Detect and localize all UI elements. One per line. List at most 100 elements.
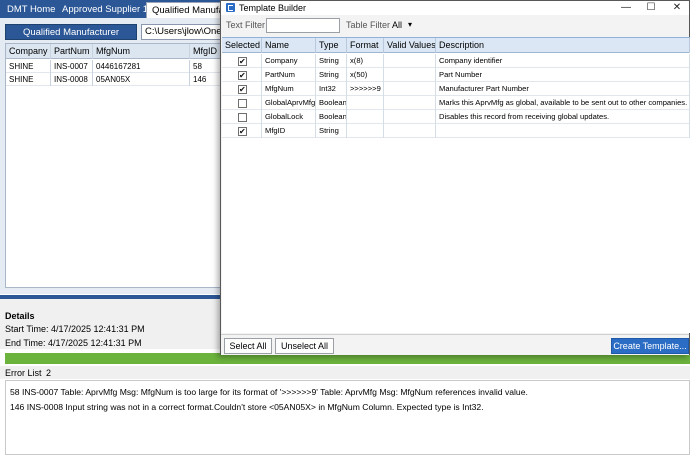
cell-mfgid: 58 <box>190 60 221 73</box>
cell-partnum: INS-0007 <box>51 60 93 73</box>
unselect-all-button[interactable]: Unselect All <box>275 338 334 354</box>
cell-description: Company identifier <box>436 54 690 68</box>
cell-type: Boolean <box>316 110 347 124</box>
cell-format <box>347 124 384 138</box>
selected-checkbox[interactable] <box>238 71 247 80</box>
cell-name: MfgID <box>262 124 316 138</box>
cell-type: String <box>316 124 347 138</box>
qualified-manufacturer-source-button[interactable]: Qualified Manufacturer Source... <box>5 24 137 54</box>
cell-format <box>347 96 384 110</box>
cell-name: MfgNum <box>262 82 316 96</box>
select-all-button[interactable]: Select All <box>224 338 272 354</box>
selected-checkbox[interactable] <box>238 57 247 66</box>
end-time: End Time: 4/17/2025 12:41:31 PM <box>5 338 142 348</box>
chevron-down-icon[interactable]: ▾ <box>408 19 412 31</box>
dialog-title-bar[interactable]: Template Builder — ☐ ✕ <box>221 1 689 15</box>
cell-partnum: INS-0008 <box>51 73 93 86</box>
maximize-icon[interactable]: ☐ <box>639 1 663 15</box>
error-list-label: Error List <box>5 368 42 378</box>
details-title: Details <box>5 311 35 321</box>
data-grid[interactable]: Company PartNum MfgNum MfgID SHINE INS-0… <box>5 43 222 288</box>
cell-valid-values <box>384 124 436 138</box>
error-count: 2 <box>46 368 52 378</box>
error-list[interactable]: 58 INS-0007 Table: AprvMfg Msg: MfgNum i… <box>5 380 690 455</box>
selected-checkbox[interactable] <box>238 113 247 122</box>
grid-header: Selected Name Type Format Valid Values D… <box>222 38 690 53</box>
tab-qualified-manufacturer[interactable]: Qualified Manufactu <box>146 2 224 18</box>
table-row[interactable]: GlobalLock Boolean Disables this record fr… <box>222 110 690 124</box>
column-header[interactable]: MfgNum <box>93 44 190 59</box>
cell-selected <box>222 68 262 82</box>
error-item[interactable]: 146 INS-0008 Input string was not in a c… <box>10 402 484 412</box>
cell-mfgnum: 05AN05X <box>93 73 190 86</box>
column-header-valid-values[interactable]: Valid Values <box>384 38 436 53</box>
selected-checkbox[interactable] <box>238 99 247 108</box>
cell-description: Disables this record from receiving glob… <box>436 110 690 124</box>
start-time: Start Time: 4/17/2025 12:41:31 PM <box>5 324 145 334</box>
cell-type: String <box>316 54 347 68</box>
cell-valid-values <box>384 54 436 68</box>
cell-description <box>436 124 690 138</box>
cell-selected <box>222 110 262 124</box>
column-header-selected[interactable]: Selected <box>222 38 262 53</box>
column-header[interactable]: PartNum <box>51 44 93 59</box>
cell-selected <box>222 96 262 110</box>
column-header-type[interactable]: Type <box>316 38 347 53</box>
cell-type: Boolean <box>316 96 347 110</box>
cell-valid-values <box>384 96 436 110</box>
cell-format: x(50) <box>347 68 384 82</box>
cell-mfgid: 146 <box>190 73 221 86</box>
cell-name: PartNum <box>262 68 316 82</box>
table-row[interactable]: MfgIDString <box>222 124 690 138</box>
table-row[interactable]: PartNumStringx(50) Part Number <box>222 68 690 82</box>
cell-valid-values <box>384 82 436 96</box>
cell-description: Part Number <box>436 68 690 82</box>
text-filter-input[interactable] <box>266 18 340 33</box>
cell-name: GlobalAprvMfg <box>262 96 316 110</box>
column-header-description[interactable]: Description <box>436 38 690 53</box>
cell-selected <box>222 82 262 96</box>
close-icon[interactable]: ✕ <box>665 1 689 15</box>
minimize-icon[interactable]: — <box>614 1 638 15</box>
table-row[interactable]: MfgNumInt32>>>>>>9 Manufacturer Part Numb… <box>222 82 690 96</box>
tab-dmt-home[interactable]: DMT Home <box>2 2 60 18</box>
template-builder-dialog: Template Builder — ☐ ✕ Text Filter Table… <box>220 0 690 355</box>
dialog-title: Template Builder <box>239 3 307 13</box>
create-template-button[interactable]: Create Template... <box>611 338 689 354</box>
column-header-name[interactable]: Name <box>262 38 316 53</box>
cell-description: Manufacturer Part Number <box>436 82 690 96</box>
column-header[interactable]: Company <box>6 44 51 59</box>
cell-format: x(8) <box>347 54 384 68</box>
cell-type: String <box>316 68 347 82</box>
cell-selected <box>222 54 262 68</box>
grid-header: Company PartNum MfgNum MfgID <box>6 44 221 59</box>
cell-format: >>>>>>9 <box>347 82 384 96</box>
tab-approved-supplier[interactable]: Approved Supplier 1 <box>57 2 153 18</box>
cell-company: SHINE <box>6 73 51 86</box>
cell-valid-values <box>384 68 436 82</box>
selected-checkbox[interactable] <box>238 127 247 136</box>
table-row[interactable]: SHINE INS-0008 05AN05X 146 <box>6 73 221 86</box>
cell-mfgnum: 0446167281 <box>93 60 190 73</box>
cell-name: Company <box>262 54 316 68</box>
column-header[interactable]: MfgID <box>190 44 221 59</box>
table-row[interactable]: SHINE INS-0007 0446167281 58 <box>6 60 221 73</box>
cell-type: Int32 <box>316 82 347 96</box>
error-list-header <box>0 366 690 379</box>
error-item[interactable]: 58 INS-0007 Table: AprvMfg Msg: MfgNum i… <box>10 387 528 397</box>
dialog-footer: Select All Unselect All Create Template.… <box>221 334 689 355</box>
cell-company: SHINE <box>6 60 51 73</box>
cell-selected <box>222 124 262 138</box>
table-row[interactable]: CompanyStringx(8) Company identifier <box>222 54 690 68</box>
column-header-format[interactable]: Format <box>347 38 384 53</box>
table-row[interactable]: GlobalAprvMfg Boolean Marks this AprvMfg a… <box>222 96 690 110</box>
selected-checkbox[interactable] <box>238 85 247 94</box>
table-filter-label: Table Filter <box>346 20 391 30</box>
cell-name: GlobalLock <box>262 110 316 124</box>
file-path-field[interactable]: C:\Users\jlow\OneDr <box>141 24 222 40</box>
cell-description: Marks this AprvMfg as global, available … <box>436 96 690 110</box>
template-fields-grid[interactable]: Selected Name Type Format Valid Values D… <box>222 37 690 333</box>
app-icon <box>226 3 235 12</box>
cell-valid-values <box>384 110 436 124</box>
table-filter-select[interactable]: All <box>392 19 402 31</box>
